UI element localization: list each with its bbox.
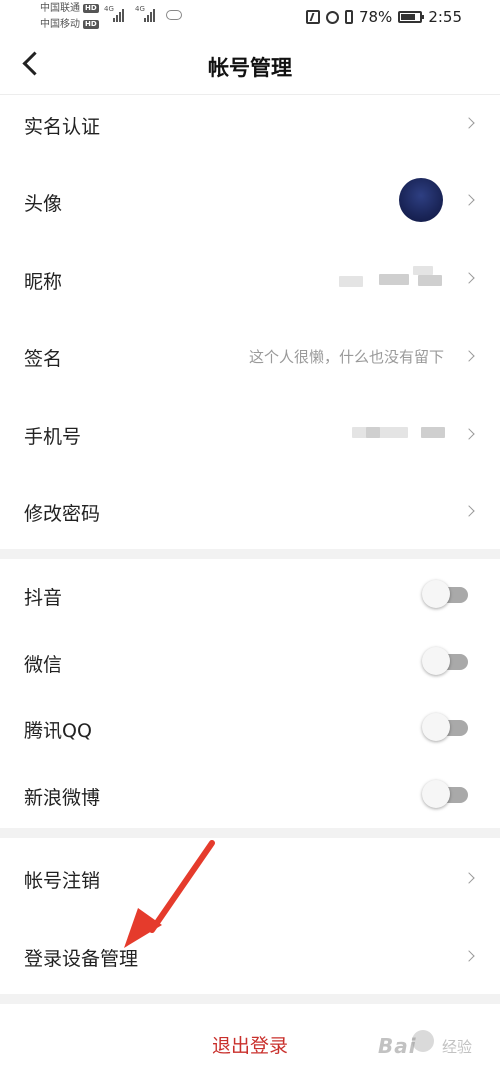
watermark-logo: Bai 经验 — [356, 1024, 496, 1072]
paw-icon — [412, 1030, 434, 1052]
watermark-brand: Bai — [378, 1034, 417, 1058]
annotation-arrow — [124, 840, 215, 948]
watermark-brand-2: 经验 — [442, 1038, 473, 1056]
